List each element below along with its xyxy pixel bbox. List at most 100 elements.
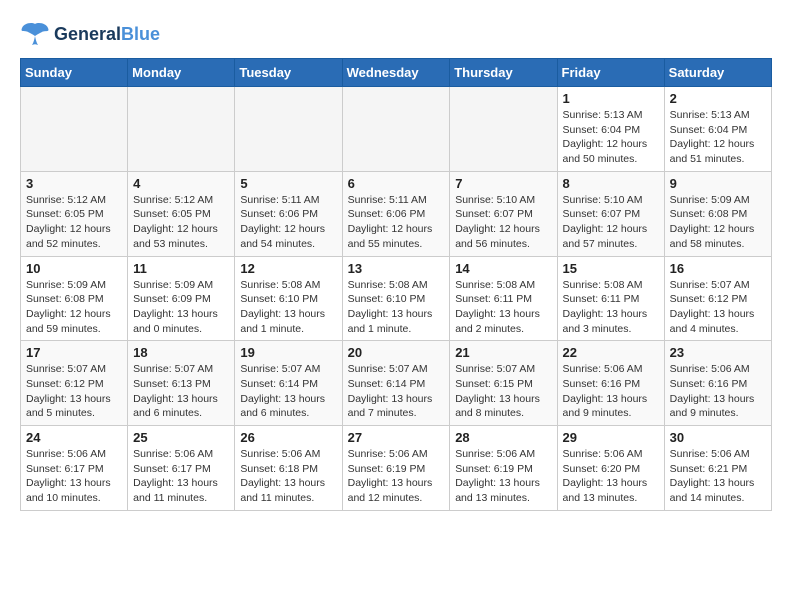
day-number: 27 <box>348 430 445 445</box>
day-info: Sunrise: 5:06 AM Sunset: 6:16 PM Dayligh… <box>563 362 659 421</box>
day-number: 3 <box>26 176 122 191</box>
logo-text: GeneralBlue <box>54 24 160 45</box>
day-cell: 7 Sunrise: 5:10 AM Sunset: 6:07 PM Daylig… <box>450 171 557 256</box>
day-number: 1 <box>563 91 659 106</box>
week-row-2: 3 Sunrise: 5:12 AM Sunset: 6:05 PM Daylig… <box>21 171 772 256</box>
day-number: 7 <box>455 176 551 191</box>
day-info: Sunrise: 5:06 AM Sunset: 6:18 PM Dayligh… <box>240 447 336 506</box>
logo-bird-icon <box>20 20 50 48</box>
day-cell: 28 Sunrise: 5:06 AM Sunset: 6:19 PM Dayli… <box>450 426 557 511</box>
day-number: 21 <box>455 345 551 360</box>
day-number: 12 <box>240 261 336 276</box>
weekday-header-friday: Friday <box>557 59 664 87</box>
day-info: Sunrise: 5:09 AM Sunset: 6:08 PM Dayligh… <box>26 278 122 337</box>
week-row-4: 17Sunrise: 5:07 AM Sunset: 6:12 PM Dayli… <box>21 341 772 426</box>
day-cell: 13 Sunrise: 5:08 AM Sunset: 6:10 PM Dayli… <box>342 256 450 341</box>
day-number: 20 <box>348 345 445 360</box>
day-info: Sunrise: 5:12 AM Sunset: 6:05 PM Dayligh… <box>133 193 229 252</box>
day-cell: 2 Sunrise: 5:13 AM Sunset: 6:04 PM Daylig… <box>664 87 771 172</box>
weekday-header-thursday: Thursday <box>450 59 557 87</box>
calendar: SundayMondayTuesdayWednesdayThursdayFrid… <box>20 58 772 511</box>
weekday-header-sunday: Sunday <box>21 59 128 87</box>
day-number: 6 <box>348 176 445 191</box>
day-cell: 8Sunrise: 5:10 AM Sunset: 6:07 PM Daylig… <box>557 171 664 256</box>
day-cell: 3 Sunrise: 5:12 AM Sunset: 6:05 PM Daylig… <box>21 171 128 256</box>
day-info: Sunrise: 5:07 AM Sunset: 6:13 PM Dayligh… <box>133 362 229 421</box>
weekday-header-tuesday: Tuesday <box>235 59 342 87</box>
day-cell: 14 Sunrise: 5:08 AM Sunset: 6:11 PM Dayli… <box>450 256 557 341</box>
day-info: Sunrise: 5:11 AM Sunset: 6:06 PM Dayligh… <box>240 193 336 252</box>
day-info: Sunrise: 5:13 AM Sunset: 6:04 PM Dayligh… <box>670 108 766 167</box>
day-cell: 9Sunrise: 5:09 AM Sunset: 6:08 PM Daylig… <box>664 171 771 256</box>
week-row-1: 1 Sunrise: 5:13 AM Sunset: 6:04 PM Daylig… <box>21 87 772 172</box>
day-number: 19 <box>240 345 336 360</box>
day-number: 16 <box>670 261 766 276</box>
day-cell: 30Sunrise: 5:06 AM Sunset: 6:21 PM Dayli… <box>664 426 771 511</box>
day-cell: 4 Sunrise: 5:12 AM Sunset: 6:05 PM Daylig… <box>128 171 235 256</box>
weekday-header-monday: Monday <box>128 59 235 87</box>
day-number: 23 <box>670 345 766 360</box>
day-cell: 26 Sunrise: 5:06 AM Sunset: 6:18 PM Dayli… <box>235 426 342 511</box>
weekday-header-saturday: Saturday <box>664 59 771 87</box>
day-info: Sunrise: 5:11 AM Sunset: 6:06 PM Dayligh… <box>348 193 445 252</box>
day-number: 5 <box>240 176 336 191</box>
day-info: Sunrise: 5:08 AM Sunset: 6:11 PM Dayligh… <box>455 278 551 337</box>
day-number: 2 <box>670 91 766 106</box>
logo: GeneralBlue <box>20 20 160 48</box>
day-info: Sunrise: 5:06 AM Sunset: 6:19 PM Dayligh… <box>348 447 445 506</box>
day-number: 13 <box>348 261 445 276</box>
day-cell: 6 Sunrise: 5:11 AM Sunset: 6:06 PM Daylig… <box>342 171 450 256</box>
day-number: 10 <box>26 261 122 276</box>
day-cell: 29Sunrise: 5:06 AM Sunset: 6:20 PM Dayli… <box>557 426 664 511</box>
day-info: Sunrise: 5:10 AM Sunset: 6:07 PM Dayligh… <box>563 193 659 252</box>
day-cell: 1Sunrise: 5:13 AM Sunset: 6:04 PM Daylig… <box>557 87 664 172</box>
day-number: 18 <box>133 345 229 360</box>
header: GeneralBlue <box>20 20 772 48</box>
day-cell: 12 Sunrise: 5:08 AM Sunset: 6:10 PM Dayli… <box>235 256 342 341</box>
day-info: Sunrise: 5:10 AM Sunset: 6:07 PM Dayligh… <box>455 193 551 252</box>
day-number: 4 <box>133 176 229 191</box>
day-info: Sunrise: 5:06 AM Sunset: 6:19 PM Dayligh… <box>455 447 551 506</box>
day-info: Sunrise: 5:06 AM Sunset: 6:17 PM Dayligh… <box>133 447 229 506</box>
day-cell <box>450 87 557 172</box>
day-number: 24 <box>26 430 122 445</box>
day-cell: 19Sunrise: 5:07 AM Sunset: 6:14 PM Dayli… <box>235 341 342 426</box>
day-cell: 25 Sunrise: 5:06 AM Sunset: 6:17 PM Dayli… <box>128 426 235 511</box>
day-info: Sunrise: 5:06 AM Sunset: 6:21 PM Dayligh… <box>670 447 766 506</box>
day-info: Sunrise: 5:08 AM Sunset: 6:10 PM Dayligh… <box>240 278 336 337</box>
day-number: 28 <box>455 430 551 445</box>
day-info: Sunrise: 5:09 AM Sunset: 6:08 PM Dayligh… <box>670 193 766 252</box>
day-cell: 5 Sunrise: 5:11 AM Sunset: 6:06 PM Daylig… <box>235 171 342 256</box>
day-info: Sunrise: 5:08 AM Sunset: 6:11 PM Dayligh… <box>563 278 659 337</box>
day-cell <box>21 87 128 172</box>
day-cell: 16 Sunrise: 5:07 AM Sunset: 6:12 PM Dayli… <box>664 256 771 341</box>
day-info: Sunrise: 5:07 AM Sunset: 6:15 PM Dayligh… <box>455 362 551 421</box>
day-number: 11 <box>133 261 229 276</box>
day-cell: 21 Sunrise: 5:07 AM Sunset: 6:15 PM Dayli… <box>450 341 557 426</box>
day-info: Sunrise: 5:06 AM Sunset: 6:16 PM Dayligh… <box>670 362 766 421</box>
week-row-3: 10 Sunrise: 5:09 AM Sunset: 6:08 PM Dayli… <box>21 256 772 341</box>
day-cell <box>235 87 342 172</box>
day-number: 25 <box>133 430 229 445</box>
day-cell: 24 Sunrise: 5:06 AM Sunset: 6:17 PM Dayli… <box>21 426 128 511</box>
day-info: Sunrise: 5:06 AM Sunset: 6:17 PM Dayligh… <box>26 447 122 506</box>
day-number: 22 <box>563 345 659 360</box>
day-info: Sunrise: 5:07 AM Sunset: 6:14 PM Dayligh… <box>348 362 445 421</box>
day-info: Sunrise: 5:08 AM Sunset: 6:10 PM Dayligh… <box>348 278 445 337</box>
day-cell <box>342 87 450 172</box>
day-info: Sunrise: 5:07 AM Sunset: 6:12 PM Dayligh… <box>670 278 766 337</box>
day-cell: 10 Sunrise: 5:09 AM Sunset: 6:08 PM Dayli… <box>21 256 128 341</box>
day-cell: 18 Sunrise: 5:07 AM Sunset: 6:13 PM Dayli… <box>128 341 235 426</box>
day-number: 15 <box>563 261 659 276</box>
day-number: 26 <box>240 430 336 445</box>
day-info: Sunrise: 5:12 AM Sunset: 6:05 PM Dayligh… <box>26 193 122 252</box>
weekday-header-row: SundayMondayTuesdayWednesdayThursdayFrid… <box>21 59 772 87</box>
day-cell <box>128 87 235 172</box>
day-cell: 15 Sunrise: 5:08 AM Sunset: 6:11 PM Dayli… <box>557 256 664 341</box>
day-cell: 27 Sunrise: 5:06 AM Sunset: 6:19 PM Dayli… <box>342 426 450 511</box>
day-number: 17 <box>26 345 122 360</box>
day-cell: 11Sunrise: 5:09 AM Sunset: 6:09 PM Dayli… <box>128 256 235 341</box>
weekday-header-wednesday: Wednesday <box>342 59 450 87</box>
day-number: 14 <box>455 261 551 276</box>
day-cell: 23 Sunrise: 5:06 AM Sunset: 6:16 PM Dayli… <box>664 341 771 426</box>
